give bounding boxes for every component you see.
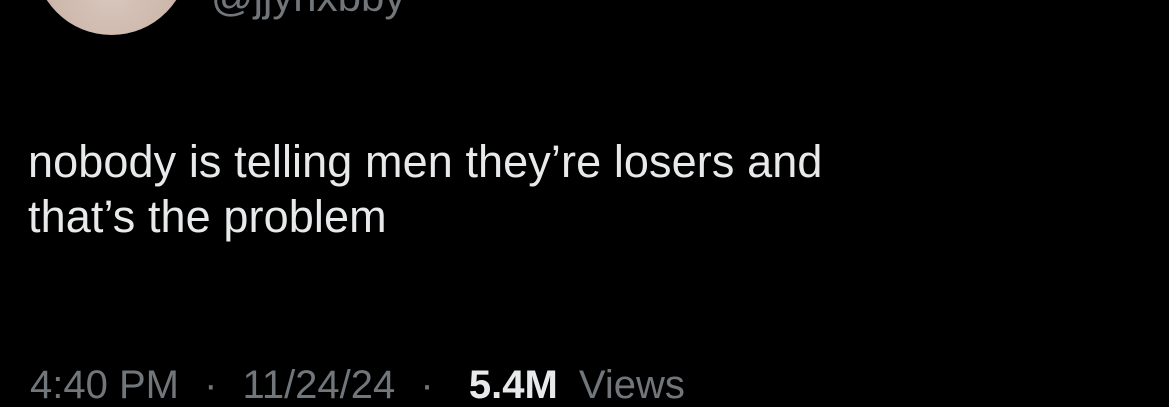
tweet-text-line: that’s the problem: [28, 190, 387, 242]
tweet-time[interactable]: 4:40 PM: [30, 363, 179, 407]
views-label: Views: [578, 363, 685, 407]
tweet-text-line: nobody is telling men they’re losers and: [28, 136, 823, 187]
avatar[interactable]: [34, 0, 189, 35]
views-count: 5.4M: [468, 363, 558, 407]
tweet-card: @jjyrixbby nobody is telling men they’re…: [0, 0, 1169, 405]
separator-dot: ·: [420, 363, 434, 407]
separator-dot: ·: [204, 363, 218, 407]
tweet-meta: 4:40 PM · 11/24/24 · 5.4M Views: [30, 365, 685, 405]
user-handle[interactable]: @jjyrixbby: [211, 0, 405, 18]
tweet-text: nobody is telling men they’re losers and…: [28, 135, 1128, 245]
tweet-date[interactable]: 11/24/24: [243, 363, 396, 407]
